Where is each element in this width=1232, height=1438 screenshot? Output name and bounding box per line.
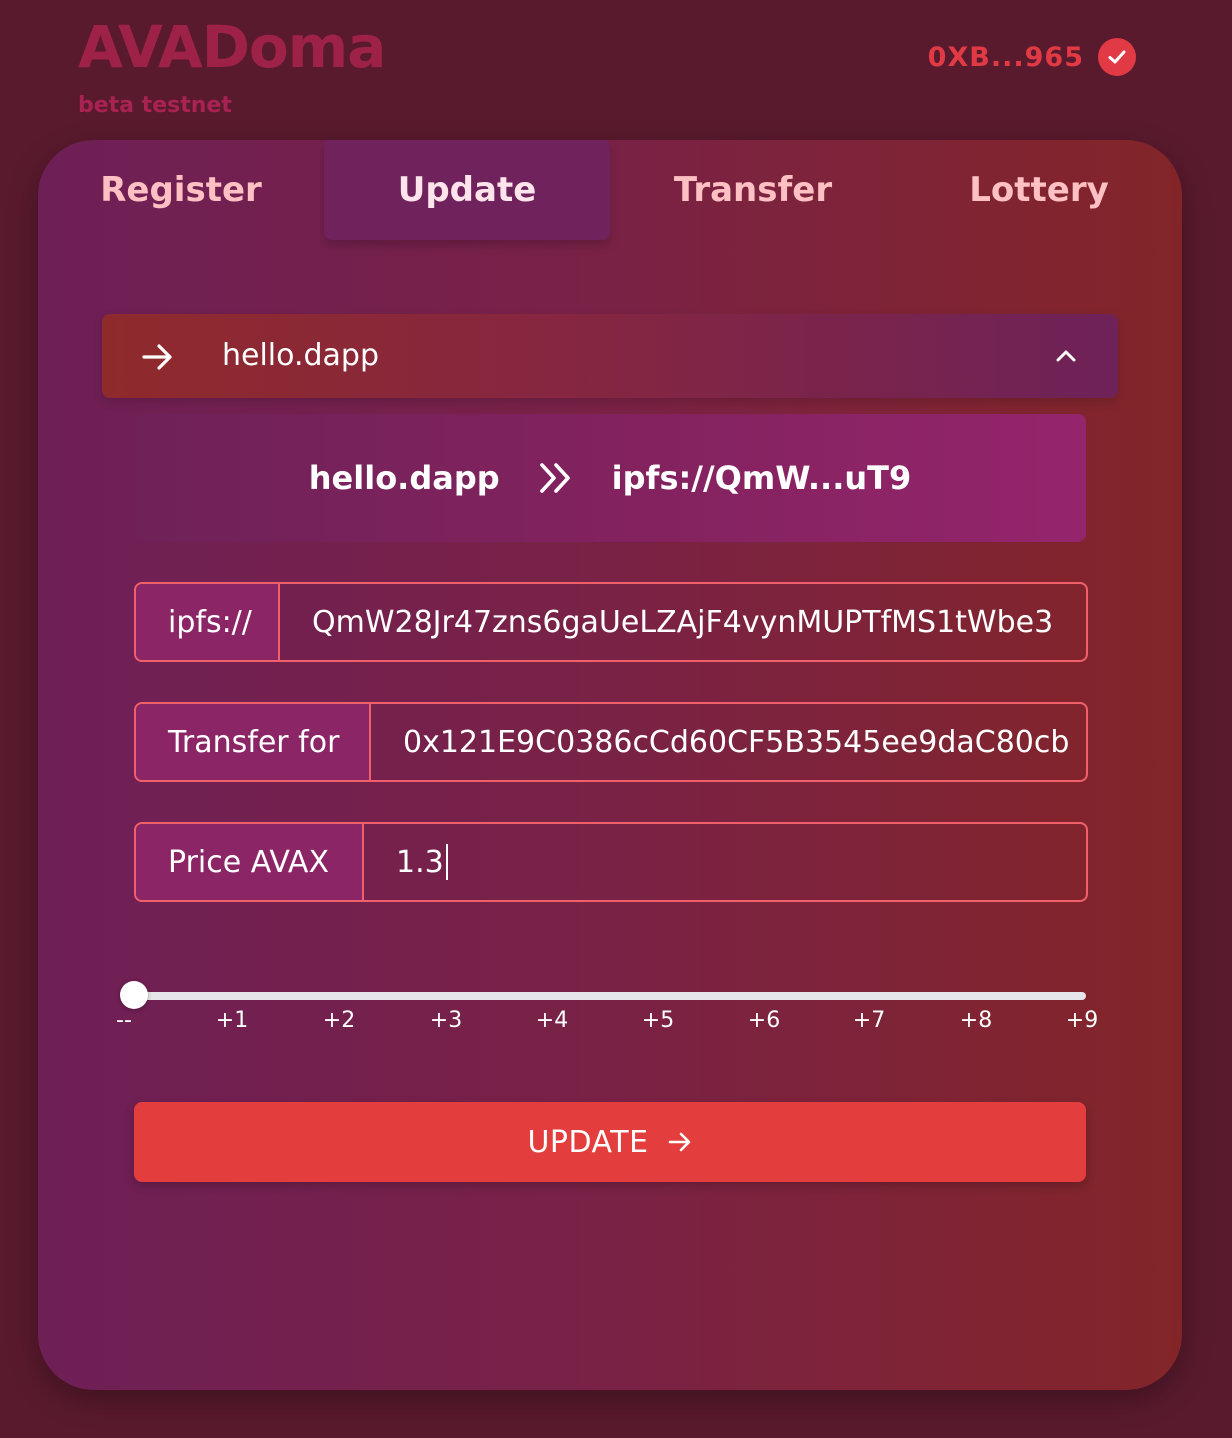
ipfs-field[interactable]: ipfs:// QmW28Jr47zns6gaUeLZAjF4vynMUPTfM… <box>134 582 1088 662</box>
tab-register[interactable]: Register <box>38 140 324 240</box>
slider-tick: +2 <box>322 1008 356 1033</box>
price-field[interactable]: Price AVAX 1.3 <box>134 822 1088 902</box>
domain-select[interactable]: hello.dapp <box>102 314 1118 398</box>
transfer-field[interactable]: Transfer for 0x121E9C0386cCd60CF5B3545ee… <box>134 702 1088 782</box>
slider-tick: +4 <box>535 1008 569 1033</box>
wallet-indicator[interactable]: 0XB...965 <box>928 38 1136 76</box>
slider-tick: +7 <box>852 1008 886 1033</box>
price-input[interactable]: 1.3 <box>396 845 444 880</box>
arrow-right-icon <box>140 339 176 379</box>
update-button[interactable]: UPDATE <box>134 1102 1086 1182</box>
transfer-address-input[interactable]: 0x121E9C0386cCd60CF5B3545ee9daC80cb <box>371 704 1086 780</box>
domain-mapping-banner: hello.dapp ipfs://QmW...uT9 <box>134 414 1086 542</box>
chevron-up-icon[interactable] <box>1054 344 1078 372</box>
slider-tick: +1 <box>215 1008 249 1033</box>
selected-domain: hello.dapp <box>222 338 380 373</box>
mapping-domain-name: hello.dapp <box>308 459 500 497</box>
tab-bar: Register Update Transfer Lottery <box>38 140 1182 240</box>
mapping-target: ipfs://QmW...uT9 <box>611 459 912 497</box>
tab-lottery[interactable]: Lottery <box>896 140 1182 240</box>
slider-tick: +8 <box>959 1008 993 1033</box>
text-caret <box>445 844 448 880</box>
update-button-label: UPDATE <box>527 1124 649 1160</box>
slider-tick: +9 <box>1065 1008 1099 1033</box>
duration-slider-track[interactable] <box>134 992 1086 1000</box>
price-field-label: Price AVAX <box>136 824 364 900</box>
tab-update[interactable]: Update <box>324 140 610 240</box>
price-input-wrapper[interactable]: 1.3 <box>364 824 1086 900</box>
double-chevron-right-icon <box>539 463 570 493</box>
slider-tick: -- <box>116 1008 132 1033</box>
transfer-field-label: Transfer for <box>136 704 371 780</box>
ipfs-input[interactable]: QmW28Jr47zns6gaUeLZAjF4vynMUPTfMS1tWbe3 <box>280 584 1086 660</box>
arrow-right-icon <box>668 1132 690 1152</box>
slider-tick: +5 <box>641 1008 675 1033</box>
ipfs-field-label: ipfs:// <box>136 584 280 660</box>
slider-tick: +6 <box>747 1008 781 1033</box>
duration-slider-thumb[interactable] <box>120 981 148 1009</box>
tab-transfer[interactable]: Transfer <box>610 140 896 240</box>
main-card: Register Update Transfer Lottery hello.d… <box>38 140 1182 1390</box>
app-logo: AVADoma <box>78 13 386 81</box>
check-circle-icon <box>1098 38 1136 76</box>
wallet-address[interactable]: 0XB...965 <box>928 42 1084 73</box>
slider-tick: +3 <box>429 1008 463 1033</box>
app-subtitle: beta testnet <box>78 93 232 118</box>
